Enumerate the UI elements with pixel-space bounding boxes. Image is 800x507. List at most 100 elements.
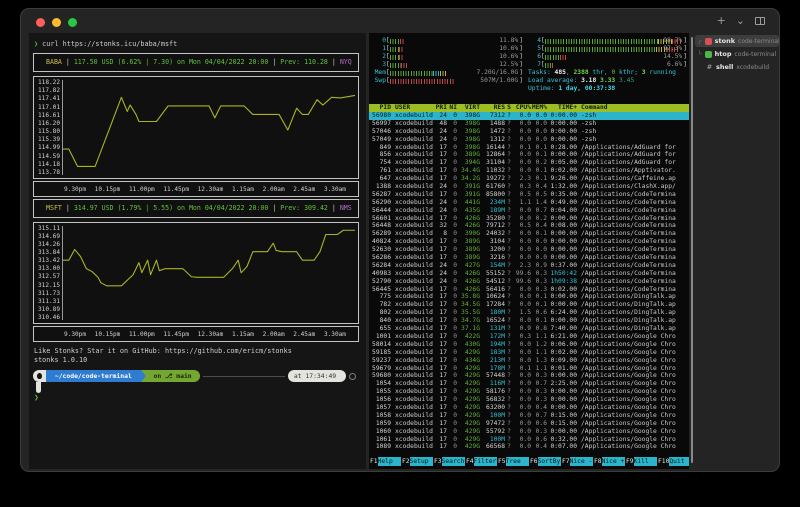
process-row[interactable]: 754xcodebuild170394G31104?0.00.20:05.00/… — [369, 159, 689, 167]
process-row[interactable]: 647xcodebuild17034.2G19272?2.30.19:26.00… — [369, 175, 689, 183]
pane-list-item-stonk[interactable]: ┌stonkcode-terminal — [695, 35, 779, 47]
htop-scrollbar[interactable] — [691, 37, 693, 463]
process-row[interactable]: 655xcodebuild17037.1G131M?0.90.87:40.00/… — [369, 325, 689, 333]
fkey-item[interactable]: F1Help — [369, 457, 401, 466]
column-header[interactable]: PRI — [434, 104, 447, 112]
column-header[interactable]: PID — [369, 104, 391, 112]
process-row[interactable]: 1054xcodebuild170429G116M?0.00.72:25.00/… — [369, 380, 689, 388]
load-average-line: Load average: 3.18 3.33 3.45 — [528, 77, 687, 85]
process-row[interactable]: 57049xcodebuild240398G1312?0.00.00:00.00… — [369, 136, 689, 144]
process-row[interactable]: 59237xcodebuild170434G213M?0.01.30:09.00… — [369, 357, 689, 365]
column-header[interactable]: RES — [480, 104, 505, 112]
process-row[interactable]: 56997xcodebuild480398G1488?0.00.00:00.00… — [369, 120, 689, 128]
process-row[interactable]: 775xcodebuild17035.8G10624?0.00.10:00.00… — [369, 293, 689, 301]
process-row[interactable]: 40983xcodebuild240426G55152?99.60.31h50:… — [369, 270, 689, 278]
process-row[interactable]: 58014xcodebuild170430G194M?0.01.20:06.00… — [369, 341, 689, 349]
zoom-button[interactable] — [68, 18, 77, 27]
column-header[interactable]: USER — [391, 104, 434, 112]
process-row[interactable]: 40824xcodebuild170389G3104?0.00.00:00.00… — [369, 238, 689, 246]
process-row[interactable]: 56445xcodebuild170426G56416?0.00.30:02.0… — [369, 286, 689, 294]
minimize-button[interactable] — [52, 18, 61, 27]
process-cell: 1.3 — [531, 357, 547, 365]
process-row[interactable]: 56286xcodebuild170389G3216?0.00.00:00.00… — [369, 254, 689, 262]
process-row[interactable]: 1089xcodebuild170429G66568?0.00.40:07.00… — [369, 443, 689, 451]
process-row[interactable]: 856xcodebuild170389G12864?0.00.10:00.00/… — [369, 151, 689, 159]
prompt-arrow[interactable]: ❯ — [34, 393, 39, 402]
process-row[interactable]: 59185xcodebuild170429G183M?0.01.10:02.00… — [369, 349, 689, 357]
process-row[interactable]: 56448xcodebuild320426G79712?0.50.40:08.0… — [369, 222, 689, 230]
fkey-item[interactable]: F2Setup — [401, 457, 433, 466]
process-row[interactable]: 56601xcodebuild170426G35280?0.00.20:00.0… — [369, 215, 689, 223]
process-row[interactable]: 56289xcodebuild80390G24032?0.00.10:00.00… — [369, 230, 689, 238]
process-cell: 59237 — [369, 357, 391, 365]
process-row[interactable]: 849xcodebuild170398G16144?0.10.10:28.00/… — [369, 144, 689, 152]
cpu-meter: 6[14.5%] — [528, 53, 687, 61]
process-cell: 0.1 — [531, 144, 547, 152]
fkey-key: F7 — [561, 457, 570, 466]
process-row[interactable]: 56287xcodebuild170391G85800?0.50.50:35.0… — [369, 191, 689, 199]
process-row[interactable]: 1055xcodebuild170429G58176?0.00.30:00.00… — [369, 388, 689, 396]
process-cell: 0 — [447, 254, 457, 262]
process-row[interactable]: 1001xcodebuild170422G172M?0.31.16:21.00/… — [369, 333, 689, 341]
process-table-header[interactable]: PIDUSERPRINIVIRTRESSCPU%MEM%TIME+Command — [369, 104, 689, 112]
column-header[interactable]: NI — [447, 104, 457, 112]
process-row[interactable]: 1059xcodebuild170429G97472?0.00.60:15.00… — [369, 420, 689, 428]
chevron-down-icon[interactable]: ⌄ — [736, 14, 745, 27]
process-row[interactable]: 1058xcodebuild170429G100M?0.00.70:15.00/… — [369, 412, 689, 420]
pane-list-item-shell[interactable]: #shellxcodebuild — [695, 61, 779, 73]
process-cell: 426G — [457, 215, 480, 223]
process-row[interactable]: 59679xcodebuild170429G178M?0.11.10:01.00… — [369, 365, 689, 373]
pane-list-item-htop[interactable]: └htopcode-terminal — [695, 48, 779, 60]
process-row[interactable]: 1057xcodebuild170429G63200?0.00.40:00.00… — [369, 404, 689, 412]
terminal-pane-htop[interactable]: 0[11.8%]1[10.6%]2[10.6%]3[12.5%]Mem[7.20… — [369, 33, 689, 469]
process-row[interactable]: 1060xcodebuild170429G55792?0.00.30:00.00… — [369, 428, 689, 436]
x-tick-label: 1.15am — [232, 186, 254, 193]
fkey-item[interactable]: F3Search — [433, 457, 465, 466]
process-row[interactable]: 56290xcodebuild240441G234M?1.11.40:49.00… — [369, 199, 689, 207]
fkey-item[interactable]: F4Filter — [465, 457, 497, 466]
fkey-item[interactable]: F8Nice + — [593, 457, 625, 466]
process-cell: 647 — [369, 175, 391, 183]
terminal-pane-stonks[interactable]: ❯ curl https://stonks.icu/baba/msft BABA… — [29, 33, 366, 469]
split-pane-icon[interactable] — [755, 17, 765, 25]
fkey-item[interactable]: F9Kill — [625, 457, 657, 466]
process-row[interactable]: 52790xcodebuild240426G54512?99.60.31h09:… — [369, 278, 689, 286]
process-row[interactable]: 56980xcodebuild240398G7312?0.00.00:00.00… — [369, 112, 689, 120]
process-row[interactable]: 52630xcodebuild170389G3200?0.00.00:00.00… — [369, 246, 689, 254]
process-row[interactable]: 1388xcodebuild240391G61760?0.30.41:32.00… — [369, 183, 689, 191]
fkey-item[interactable]: F10Quit — [657, 457, 689, 466]
process-row[interactable]: 56444xcodebuild240435G189M?0.00.70:04.00… — [369, 207, 689, 215]
process-cell: /Applications/AdGuard for — [577, 151, 689, 159]
process-row[interactable]: 1056xcodebuild170429G56832?0.00.30:00.00… — [369, 396, 689, 404]
process-row[interactable]: 802xcodebuild17035.5G180M?1.50.66:24.00/… — [369, 309, 689, 317]
process-row[interactable]: 782xcodebuild17034.5G17284?0.00.10:00.00… — [369, 301, 689, 309]
process-row[interactable]: 59680xcodebuild170429G57448?0.00.30:00.0… — [369, 372, 689, 380]
process-cell: 57046 — [369, 128, 391, 136]
column-header[interactable]: VIRT — [457, 104, 480, 112]
process-cell: 17 — [434, 380, 447, 388]
new-tab-button[interactable]: + — [717, 14, 726, 27]
process-cell: 430G — [457, 341, 480, 349]
close-button[interactable] — [36, 18, 45, 27]
column-header[interactable]: MEM% — [531, 104, 547, 112]
process-cell: 429G — [457, 365, 480, 373]
process-row[interactable]: 57046xcodebuild240398G1472?0.00.00:00.00… — [369, 128, 689, 136]
column-header[interactable]: TIME+ — [547, 104, 577, 112]
text-segment: MSFT — [46, 204, 62, 212]
column-header[interactable]: CPU% — [513, 104, 531, 112]
column-header[interactable]: S — [505, 104, 513, 112]
process-cell: 17 — [434, 191, 447, 199]
fkey-item[interactable]: F5Tree — [497, 457, 529, 466]
fkey-item[interactable]: F7Nice - — [561, 457, 593, 466]
fkey-item[interactable]: F6SortBy — [529, 457, 561, 466]
process-row[interactable]: 840xcodebuild17034.7G16524?0.00.10:00.00… — [369, 317, 689, 325]
process-row[interactable]: 761xcodebuild17034.4G11032?0.00.10:02.00… — [369, 167, 689, 175]
titlebar[interactable]: + ⌄ — [21, 9, 779, 31]
process-cell: 1312 — [480, 136, 505, 144]
process-cell: xcodebuild — [391, 175, 434, 183]
column-header[interactable]: Command — [577, 104, 689, 112]
process-cell: ? — [505, 365, 513, 373]
process-cell: 0.3 — [531, 388, 547, 396]
process-row[interactable]: 56284xcodebuild240427G154M?2.30.90:37.00… — [369, 262, 689, 270]
process-row[interactable]: 1061xcodebuild170429G100M?0.00.60:32.00/… — [369, 436, 689, 444]
